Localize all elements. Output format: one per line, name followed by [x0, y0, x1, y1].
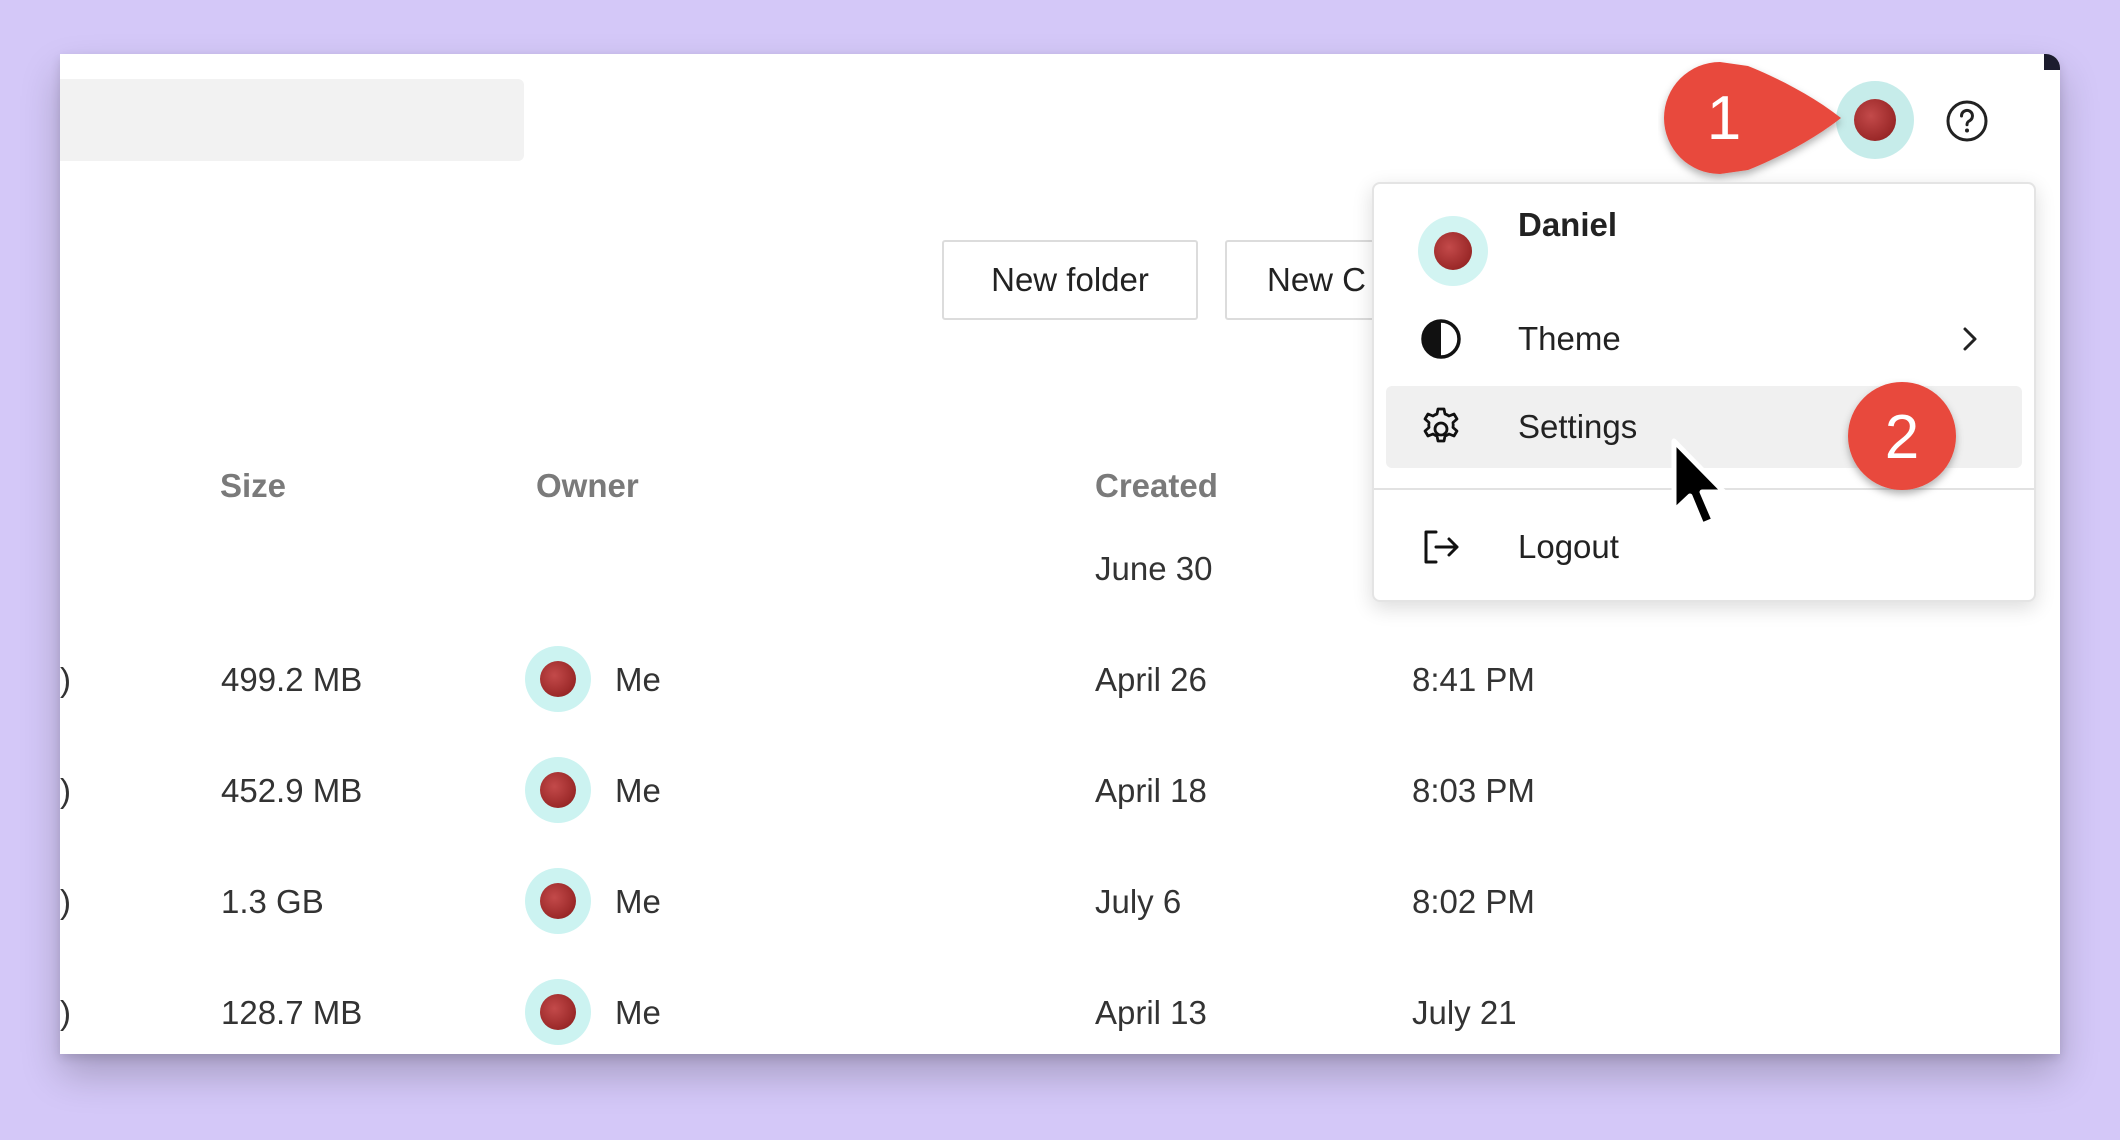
half-circle-icon — [1421, 319, 1461, 359]
owner-cell: Me — [615, 883, 661, 920]
owner-avatar — [525, 868, 591, 934]
logout-icon — [1424, 530, 1459, 564]
owner-avatar — [525, 979, 591, 1045]
size-cell: 1.3 GB — [221, 883, 324, 920]
search-input[interactable] — [60, 79, 524, 161]
avatar — [1854, 99, 1896, 141]
menu-item-label: Settings — [1518, 408, 1638, 445]
owner-cell: Me — [615, 661, 661, 698]
new-folder-button[interactable]: New folder — [942, 240, 1198, 320]
owner-cell: Me — [615, 772, 661, 809]
size-cell: 452.9 MB — [221, 772, 363, 809]
menu-item-label: Logout — [1518, 528, 1619, 565]
owner-avatar — [525, 757, 591, 823]
menu-item-theme[interactable]: Theme — [1386, 298, 2022, 380]
menu-item-label: Theme — [1518, 320, 1621, 357]
modified-cell: 8:02 PM — [1412, 883, 1535, 920]
created-cell: April 26 — [1095, 661, 1207, 698]
created-cell: July 6 — [1095, 883, 1182, 920]
column-header-size[interactable]: Size — [220, 467, 286, 505]
menu-user-name: Daniel — [1518, 206, 1618, 243]
app-window: New folder New C Size Owner Created June… — [60, 54, 2060, 1054]
name-cell-fragment: ) — [60, 772, 71, 809]
modified-cell: 8:03 PM — [1412, 772, 1535, 809]
step-1-number: 1 — [1707, 84, 1741, 153]
owner-avatar — [525, 646, 591, 712]
modified-cell: July 21 — [1412, 994, 1517, 1031]
step-2-callout: 2 — [1848, 382, 1956, 490]
size-cell: 499.2 MB — [221, 661, 363, 698]
size-cell: 128.7 MB — [221, 994, 363, 1031]
modified-cell: 8:41 PM — [1412, 661, 1535, 698]
gear-icon — [1423, 407, 1459, 443]
created-cell: June 30 — [1095, 550, 1213, 587]
step-2-number: 2 — [1885, 403, 1919, 472]
created-cell: April 13 — [1095, 994, 1207, 1031]
cursor-icon — [1671, 438, 1727, 528]
help-icon[interactable] — [1945, 99, 1989, 143]
created-cell: April 18 — [1095, 772, 1207, 809]
step-1-callout: 1 — [1664, 62, 1841, 174]
name-cell-fragment: ) — [60, 661, 71, 698]
owner-cell: Me — [615, 994, 661, 1031]
name-cell-fragment: ) — [60, 883, 71, 920]
column-header-owner[interactable]: Owner — [536, 467, 639, 505]
name-cell-fragment: ) — [60, 994, 71, 1031]
chevron-right-icon — [1963, 327, 1977, 351]
column-header-created[interactable]: Created — [1095, 467, 1218, 505]
window-corner — [2044, 54, 2060, 70]
menu-user-avatar — [1418, 216, 1488, 286]
